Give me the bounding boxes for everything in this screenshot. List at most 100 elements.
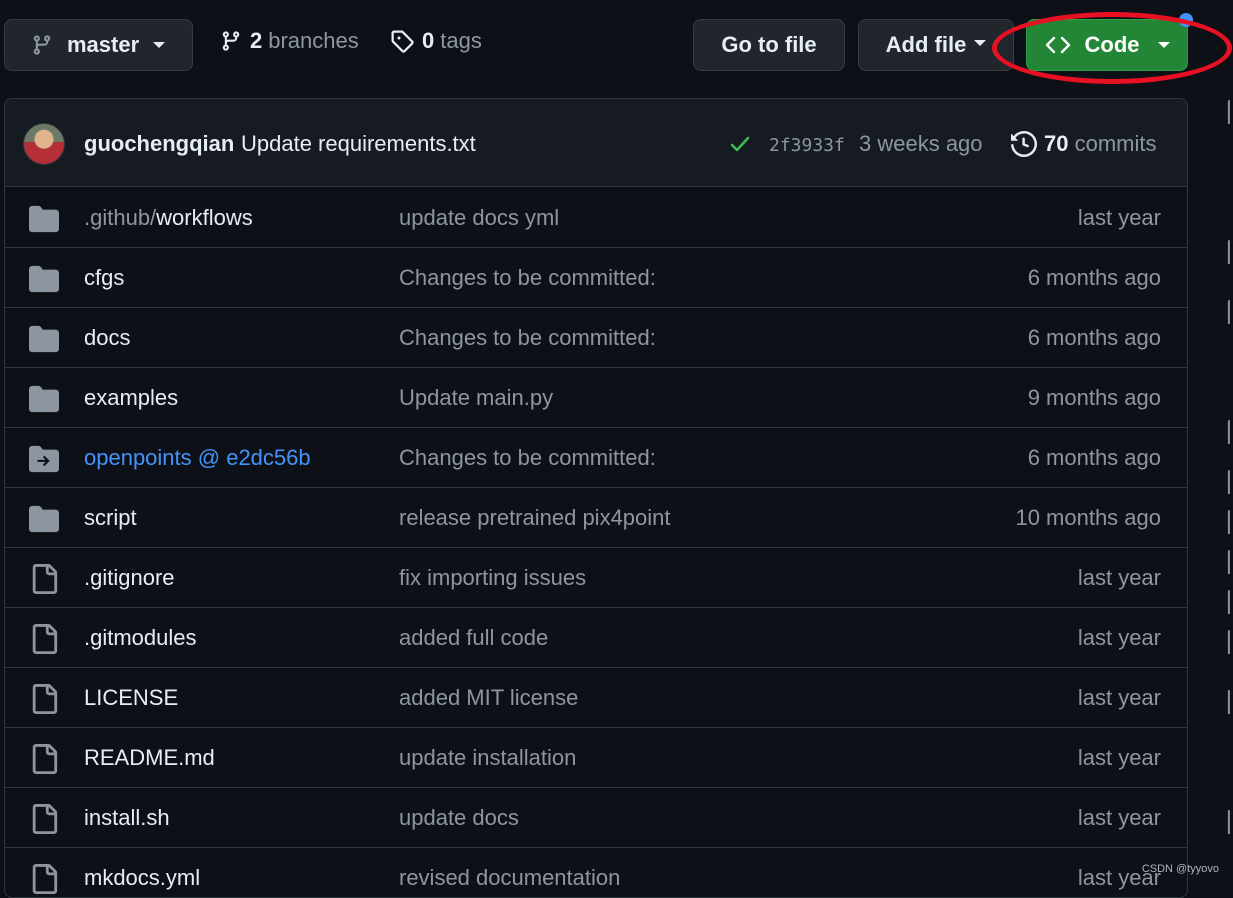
file-name-link[interactable]: mkdocs.yml xyxy=(84,865,200,891)
file-name-link[interactable]: README.md xyxy=(84,745,215,771)
file-name-link[interactable]: .gitignore xyxy=(84,565,175,591)
file-commit-date: last year xyxy=(1077,625,1161,650)
file-name-link[interactable]: examples xyxy=(84,385,178,411)
file-name-link[interactable]: .gitmodules xyxy=(84,625,197,651)
branches-label: branches xyxy=(268,28,359,53)
file-row[interactable]: README.md update installation last year xyxy=(5,727,1187,787)
file-icon xyxy=(29,804,59,834)
file-commit-date: 6 months ago xyxy=(1027,325,1161,350)
file-row[interactable]: docs Changes to be committed: 6 months ago xyxy=(5,307,1187,367)
chevron-down-icon xyxy=(974,40,987,46)
file-name: script xyxy=(84,505,137,530)
code-button[interactable]: Code xyxy=(1026,19,1188,71)
file-commit-message-link[interactable]: Changes to be committed: xyxy=(399,325,656,351)
add-file-label: Add file xyxy=(885,32,967,57)
git-branch-icon xyxy=(222,31,240,51)
file-commit-message-link[interactable]: Update main.py xyxy=(399,385,553,411)
file-name: README.md xyxy=(84,745,215,770)
sidebar-clipped-fragment: ▏ xyxy=(1228,100,1233,125)
branches-link[interactable]: 2 branches xyxy=(220,28,359,54)
chevron-down-icon xyxy=(153,42,166,48)
branch-count: 2 xyxy=(250,28,263,53)
sidebar-clipped-fragment: ▏ xyxy=(1228,550,1233,575)
commit-count: 70 xyxy=(1044,131,1069,156)
file-commit-message-link[interactable]: added MIT license xyxy=(399,685,578,711)
file-commit-date: 10 months ago xyxy=(1015,505,1161,530)
file-browser: guochengqian Update requirements.txt 2f3… xyxy=(4,98,1188,898)
file-name-link[interactable]: LICENSE xyxy=(84,685,178,711)
go-to-file-label: Go to file xyxy=(721,32,817,57)
file-commit-message-link[interactable]: Changes to be committed: xyxy=(399,445,656,471)
file-name: workflows xyxy=(156,205,253,230)
folder-icon xyxy=(29,384,59,414)
chevron-down-icon xyxy=(1157,42,1170,48)
file-row[interactable]: .gitignore fix importing issues last year xyxy=(5,547,1187,607)
file-commit-message-link[interactable]: Changes to be committed: xyxy=(399,265,656,291)
file-commit-message-link[interactable]: update docs xyxy=(399,805,519,831)
go-to-file-button[interactable]: Go to file xyxy=(693,19,845,71)
file-commit-date: last year xyxy=(1077,805,1161,830)
file-commit-date: 6 months ago xyxy=(1027,265,1161,290)
sidebar-clipped-fragment: ▏ xyxy=(1228,510,1233,535)
file-commit-date: last year xyxy=(1077,685,1161,710)
history-icon xyxy=(1011,131,1037,157)
file-row[interactable]: examples Update main.py 9 months ago xyxy=(5,367,1187,427)
add-file-button[interactable]: Add file xyxy=(858,19,1014,71)
file-name-link[interactable]: install.sh xyxy=(84,805,170,831)
sidebar-clipped-fragment: ▏ xyxy=(1228,240,1233,265)
file-icon xyxy=(29,624,59,654)
folder-icon xyxy=(29,264,59,294)
branch-selector-button[interactable]: master xyxy=(4,19,193,71)
file-commit-date: last year xyxy=(1077,205,1161,230)
file-commit-date: 6 months ago xyxy=(1027,445,1161,470)
file-name-link[interactable]: cfgs xyxy=(84,265,124,291)
tag-icon xyxy=(391,30,414,53)
file-row[interactable]: .gitmodules added full code last year xyxy=(5,607,1187,667)
file-commit-message-link[interactable]: release pretrained pix4point xyxy=(399,505,671,531)
commit-message-link[interactable]: Update requirements.txt xyxy=(241,131,476,157)
file-name-link[interactable]: docs xyxy=(84,325,130,351)
file-row[interactable]: mkdocs.yml revised documentation last year xyxy=(5,847,1187,897)
avatar[interactable] xyxy=(23,123,65,165)
latest-commit-bar: guochengqian Update requirements.txt 2f3… xyxy=(5,99,1187,187)
submodule-folder-icon xyxy=(29,444,59,474)
commit-hash-link[interactable]: 2f3933f xyxy=(769,135,845,156)
file-row[interactable]: .github/workflows update docs yml last yea… xyxy=(5,188,1187,247)
file-name: examples xyxy=(84,385,179,410)
check-icon[interactable] xyxy=(729,135,751,153)
commits-link[interactable]: 70 commits xyxy=(1044,131,1157,157)
file-name-link[interactable]: script xyxy=(84,505,137,531)
file-commit-message-link[interactable]: fix importing issues xyxy=(399,565,586,591)
file-row[interactable]: cfgs Changes to be committed: 6 months ago xyxy=(5,247,1187,307)
file-commit-message-link[interactable]: revised documentation xyxy=(399,865,620,891)
folder-icon xyxy=(29,324,59,354)
file-icon xyxy=(29,744,59,774)
tags-link[interactable]: 0 tags xyxy=(390,28,482,54)
file-name-link[interactable]: openpoints @ e2dc56b xyxy=(84,445,311,471)
file-commit-message-link[interactable]: update docs yml xyxy=(399,205,559,231)
code-icon xyxy=(1045,36,1070,54)
folder-icon xyxy=(29,204,59,234)
file-commit-message-link[interactable]: added full code xyxy=(399,625,548,651)
watermark: CSDN @tyyovo xyxy=(1141,863,1219,875)
file-name: openpoints @ e2dc56b xyxy=(84,445,311,470)
file-row[interactable]: install.sh update docs last year xyxy=(5,787,1187,847)
code-label: Code xyxy=(1084,32,1140,57)
file-name-prefix: .github/ xyxy=(84,205,157,230)
file-row[interactable]: openpoints @ e2dc56b Changes to be commit… xyxy=(5,427,1187,487)
file-commit-date: 9 months ago xyxy=(1027,385,1161,410)
file-name: docs xyxy=(84,325,131,350)
commits-label: commits xyxy=(1074,131,1157,156)
file-commit-message-link[interactable]: update installation xyxy=(399,745,576,771)
commit-author-link[interactable]: guochengqian xyxy=(84,131,234,157)
tags-label: tags xyxy=(440,28,482,53)
file-name: install.sh xyxy=(84,805,170,830)
file-name-link[interactable]: .github/workflows xyxy=(84,205,253,231)
branch-name: master xyxy=(67,32,140,57)
commit-time: 3 weeks ago xyxy=(859,131,983,156)
about-sidebar-clipped: ▏ ▏ ▏ ▏ ▏ ▏ ▏ ▏ ▏ ▏ ▏ xyxy=(1222,90,1233,885)
file-row[interactable]: script release pretrained pix4point 10 mon… xyxy=(5,487,1187,547)
file-icon xyxy=(29,684,59,714)
sidebar-clipped-fragment: ▏ xyxy=(1228,300,1233,325)
file-row[interactable]: LICENSE added MIT license last year xyxy=(5,667,1187,727)
